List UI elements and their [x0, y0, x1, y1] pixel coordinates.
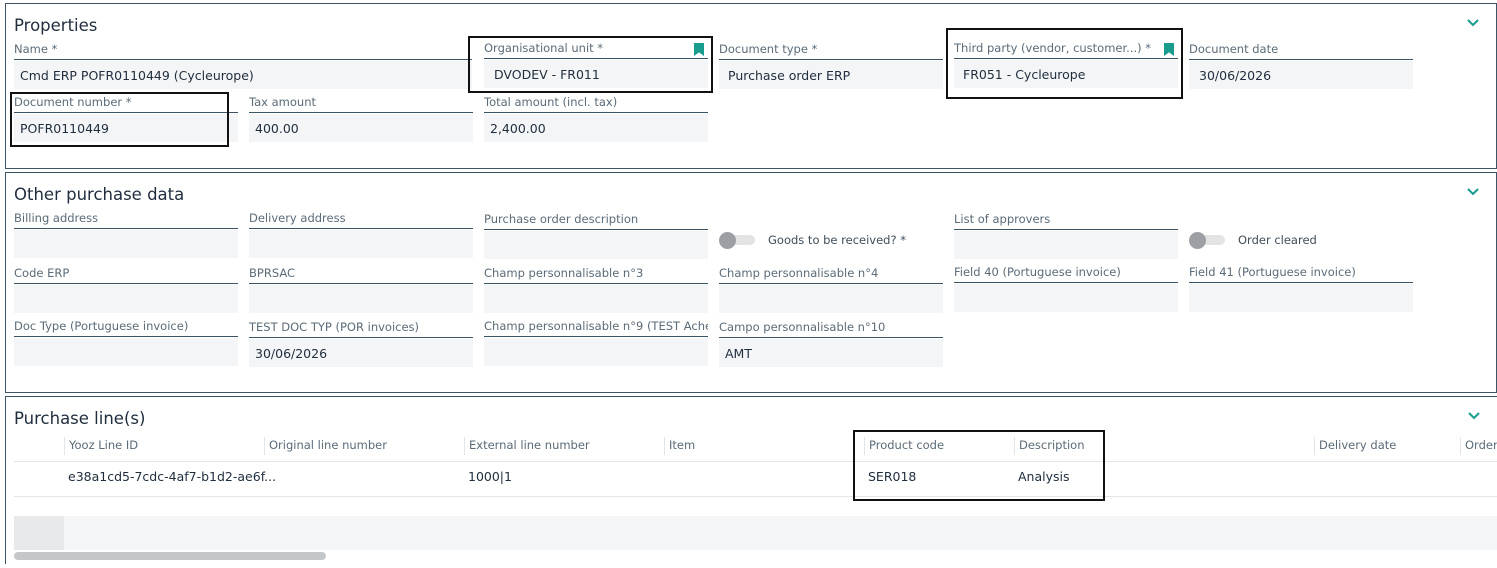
column-header-original-line-number[interactable]: Original line number — [264, 437, 464, 455]
row-selector-column — [14, 516, 64, 550]
custom-field-4-input[interactable] — [719, 285, 943, 313]
third-party-input[interactable]: FR051 - Cycleurope — [954, 60, 1178, 88]
code-erp-label: Code ERP — [14, 266, 238, 284]
properties-panel: Properties Name * Cmd ERP POFR0110449 (C… — [5, 3, 1497, 169]
field-41-input[interactable] — [1189, 284, 1413, 312]
total-amount-input[interactable]: 2,400.00 — [484, 114, 708, 142]
document-date-label: Document date — [1189, 42, 1413, 60]
column-header-external-line-number[interactable]: External line number — [464, 437, 664, 455]
field-40-label: Field 40 (Portuguese invoice) — [954, 265, 1178, 283]
properties-title: Properties — [14, 16, 98, 35]
third-party-label: Third party (vendor, customer...) * — [954, 41, 1178, 59]
test-doc-typ-input[interactable]: 30/06/2026 — [249, 339, 473, 367]
custom-field-9-label: Champ personnalisable n°9 (TEST Acheteur… — [484, 319, 708, 337]
purchase-lines-title: Purchase line(s) — [14, 409, 146, 428]
billing-address-label: Billing address — [14, 211, 238, 229]
document-number-input[interactable]: POFR0110449 — [14, 114, 238, 142]
chevron-down-icon[interactable] — [1466, 187, 1480, 197]
column-header-ordered[interactable]: Ordere — [1460, 437, 1497, 455]
purchase-order-description-input[interactable] — [484, 231, 708, 259]
goods-to-be-received-toggle[interactable] — [719, 232, 755, 249]
order-cleared-label: Order cleared — [1238, 233, 1317, 247]
other-purchase-data-title: Other purchase data — [14, 185, 185, 204]
name-input[interactable]: Cmd ERP POFR0110449 (Cycleurope) — [14, 61, 472, 89]
custom-field-3-label: Champ personnalisable n°3 — [484, 266, 708, 284]
list-of-approvers-label: List of approvers — [954, 212, 1178, 230]
purchase-lines-panel: Purchase line(s) Yooz Line ID Original l… — [5, 396, 1497, 564]
chevron-down-icon[interactable] — [1467, 411, 1481, 421]
horizontal-scrollbar[interactable] — [14, 552, 326, 560]
tax-amount-input[interactable]: 400.00 — [249, 114, 473, 142]
bprsac-input[interactable] — [249, 285, 473, 313]
custom-field-10-label: Campo personnalisable n°10 — [719, 320, 943, 338]
document-type-label: Document type * — [719, 42, 943, 60]
document-date-input[interactable]: 30/06/2026 — [1189, 61, 1413, 89]
custom-field-4-label: Champ personnalisable n°4 — [719, 266, 943, 284]
organisational-unit-input[interactable]: DVODEV - FR011 — [484, 60, 708, 88]
delivery-address-input[interactable] — [249, 230, 473, 258]
tax-amount-label: Tax amount — [249, 95, 473, 113]
code-erp-input[interactable] — [14, 285, 238, 313]
cell-product-code: SER018 — [868, 469, 917, 484]
table-empty-area — [14, 516, 1497, 550]
doc-type-input[interactable] — [14, 338, 238, 366]
document-number-label: Document number * — [14, 95, 238, 113]
column-header-item[interactable]: Item — [664, 437, 864, 455]
delivery-address-label: Delivery address — [249, 211, 473, 229]
toggle-knob — [1189, 232, 1206, 249]
list-of-approvers-input[interactable] — [954, 231, 1178, 259]
billing-address-input[interactable] — [14, 230, 238, 258]
total-amount-label: Total amount (incl. tax) — [484, 95, 708, 113]
bprsac-label: BPRSAC — [249, 266, 473, 284]
name-label: Name * — [14, 42, 472, 60]
other-purchase-data-panel: Other purchase data Billing address Deli… — [5, 172, 1497, 393]
test-doc-typ-label: TEST DOC TYP (POR invoices) — [249, 320, 473, 338]
document-type-input[interactable]: Purchase order ERP — [719, 61, 943, 89]
custom-field-10-input[interactable]: AMT — [719, 339, 943, 367]
field-41-label: Field 41 (Portuguese invoice) — [1189, 265, 1413, 283]
purchase-order-description-label: Purchase order description — [484, 212, 708, 230]
custom-field-9-input[interactable] — [484, 338, 708, 366]
goods-to-be-received-label: Goods to be received? * — [768, 233, 906, 247]
organisational-unit-label: Organisational unit * — [484, 41, 708, 59]
doc-type-label: Doc Type (Portuguese invoice) — [14, 319, 238, 337]
column-header-product-code[interactable]: Product code — [864, 437, 1014, 455]
cell-external-line-number: 1000|1 — [468, 469, 512, 484]
field-40-input[interactable] — [954, 284, 1178, 312]
cell-yooz-line-id: e38a1cd5-7cdc-4af7-b1d2-ae6f... — [68, 469, 277, 484]
column-header-delivery-date[interactable]: Delivery date — [1314, 437, 1460, 455]
column-header-yooz-line-id[interactable]: Yooz Line ID — [64, 437, 264, 455]
custom-field-3-input[interactable] — [484, 285, 708, 313]
column-header-description[interactable]: Description — [1014, 437, 1314, 455]
cell-description: Analysis — [1018, 469, 1070, 484]
chevron-down-icon[interactable] — [1466, 18, 1480, 28]
toggle-knob — [719, 232, 736, 249]
order-cleared-toggle[interactable] — [1189, 232, 1225, 249]
